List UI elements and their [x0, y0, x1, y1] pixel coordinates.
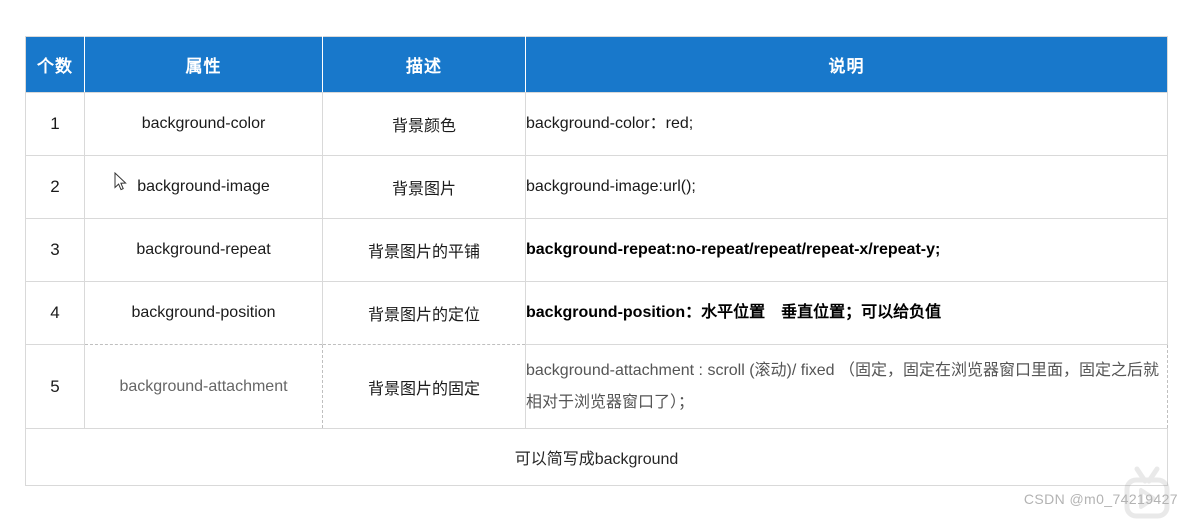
column-header-note: 说明 — [525, 36, 1168, 93]
summary-text: 可以简写成background — [25, 428, 1168, 486]
cell-count: 1 — [25, 92, 85, 156]
column-header-count: 个数 — [25, 36, 85, 93]
table-summary-row: 可以简写成background — [25, 428, 1168, 486]
cell-count: 5 — [25, 344, 85, 429]
cell-count: 4 — [25, 281, 85, 345]
cell-description: 背景图片的定位 — [322, 281, 526, 345]
watermark-text: CSDN @m0_74219427 — [1023, 491, 1178, 507]
table-row: 4 background-position 背景图片的定位 background… — [25, 281, 1168, 345]
cell-description: 背景图片的平铺 — [322, 218, 526, 282]
cell-note: background-color：red; — [525, 92, 1168, 156]
cell-note: background-repeat:no-repeat/repeat/repea… — [525, 218, 1168, 282]
cell-property: background-attachment — [84, 344, 323, 429]
table-header-row: 个数 属性 描述 说明 — [25, 36, 1168, 93]
table-row: 1 background-color 背景颜色 background-color… — [25, 92, 1168, 156]
cell-note: background-image:url(); — [525, 155, 1168, 219]
column-header-description: 描述 — [322, 36, 526, 93]
column-header-property: 属性 — [84, 36, 323, 93]
table-row: 2 background-image 背景图片 background-image… — [25, 155, 1168, 219]
cell-property: background-image — [84, 155, 323, 219]
cell-description: 背景图片的固定 — [322, 344, 526, 429]
cell-description: 背景图片 — [322, 155, 526, 219]
cell-note: background-position：水平位置 垂直位置；可以给负值 — [525, 281, 1168, 345]
background-properties-table-container: 个数 属性 描述 说明 1 background-color 背景颜色 back… — [25, 36, 1168, 486]
cell-count: 2 — [25, 155, 85, 219]
cell-count: 3 — [25, 218, 85, 282]
table-header: 个数 属性 描述 说明 — [25, 36, 1168, 93]
cell-description: 背景颜色 — [322, 92, 526, 156]
table-row: 3 background-repeat 背景图片的平铺 background-r… — [25, 218, 1168, 282]
background-properties-table: 个数 属性 描述 说明 1 background-color 背景颜色 back… — [25, 36, 1168, 486]
cell-property: background-color — [84, 92, 323, 156]
cell-property: background-repeat — [84, 218, 323, 282]
table-body: 1 background-color 背景颜色 background-color… — [25, 92, 1168, 486]
csdn-watermark: CSDN @m0_74219427 — [1024, 491, 1178, 507]
table-row: 5 background-attachment 背景图片的固定 backgrou… — [25, 344, 1168, 429]
cell-property: background-position — [84, 281, 323, 345]
cell-note: background-attachment : scroll (滚动)/ fix… — [525, 344, 1168, 429]
